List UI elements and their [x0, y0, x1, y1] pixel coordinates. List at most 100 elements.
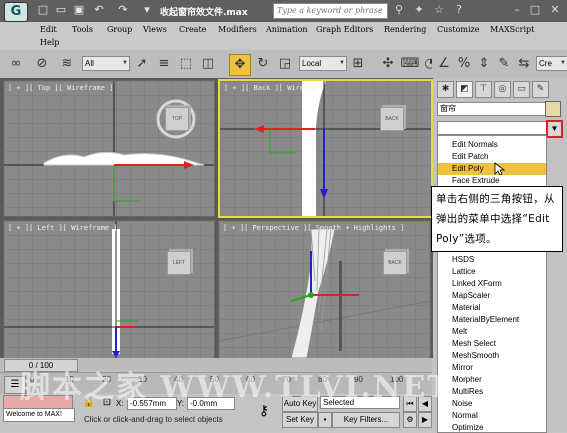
list-item[interactable]: MultiRes [438, 386, 546, 398]
viewcube-back[interactable]: BACK [380, 107, 404, 131]
mirror-icon[interactable]: ⇆ [514, 54, 534, 74]
percent-snap-icon[interactable]: % [454, 54, 474, 74]
play-icon[interactable]: ▶ [418, 412, 432, 428]
modify-tab-icon[interactable]: ◩ [456, 81, 473, 98]
auto-key-button[interactable]: Auto Key [282, 396, 318, 412]
key-filters-button[interactable]: Key Filters... [332, 412, 400, 428]
viewport-back-label[interactable]: [ + ][ Back ][ Wirefra [224, 84, 317, 92]
list-item[interactable]: MeshSmooth [438, 350, 546, 362]
move-icon[interactable]: ✥ [229, 54, 251, 76]
select-by-name-icon[interactable]: ≡ [154, 54, 174, 74]
menu-tools[interactable]: Tools [72, 25, 93, 34]
absolute-mode-icon[interactable]: ⊡ [100, 396, 114, 410]
unlink-icon[interactable]: ⊘ [32, 54, 52, 74]
spinner-snap-icon[interactable]: ⇕ [474, 54, 494, 74]
search-input[interactable]: Type a keyword or phrase [273, 3, 388, 19]
viewport-perspective[interactable]: BACK [ + ][ Perspective ][ Smooth + High… [218, 220, 431, 359]
minimize-icon[interactable]: – [510, 3, 524, 17]
create-tab-icon[interactable]: ✱ [437, 81, 454, 98]
list-item[interactable]: Material [438, 302, 546, 314]
edit-named-selection-icon[interactable]: ✎ [494, 54, 514, 74]
viewport-top-label[interactable]: [ + ][ Top ][ Wireframe ] [8, 84, 113, 92]
viewport-perspective-label[interactable]: [ + ][ Perspective ][ Smooth + Highlight… [223, 224, 404, 232]
list-item[interactable]: Edit Normals [438, 139, 546, 151]
app-logo-icon[interactable]: G [4, 2, 28, 22]
go-to-start-icon[interactable]: ⏮ [403, 396, 417, 412]
maxscript-mini-listener[interactable]: Welcome to MAX! [3, 408, 75, 422]
menu-edit[interactable]: Edit [40, 25, 57, 34]
rect-region-icon[interactable]: ⬚ [176, 54, 196, 74]
modifier-list-dropdown[interactable] [437, 121, 547, 135]
list-item[interactable]: Noise [438, 398, 546, 410]
maximize-icon[interactable]: □ [528, 3, 542, 17]
motion-tab-icon[interactable]: ◎ [494, 81, 511, 98]
star-icon[interactable]: ☆ [432, 3, 446, 17]
new-file-icon[interactable]: □ [36, 3, 50, 17]
list-item[interactable]: Morpher [438, 374, 546, 386]
object-name-field[interactable]: 窗帘 [437, 102, 546, 116]
maxscript-listener[interactable] [3, 395, 73, 409]
reference-coord-select[interactable]: Local [299, 56, 347, 71]
time-slider[interactable]: 0 / 100 [4, 359, 78, 372]
menu-help[interactable]: Help [40, 38, 59, 47]
named-selection-select[interactable]: Cre [536, 56, 567, 71]
viewport-left[interactable]: LEFT [ + ][ Left ][ Wireframe ] [3, 220, 215, 359]
help-icon[interactable]: ? [452, 3, 466, 17]
open-file-icon[interactable]: ▭ [54, 3, 68, 17]
list-item[interactable]: Mesh Select [438, 338, 546, 350]
hierarchy-tab-icon[interactable]: ⊤ [475, 81, 492, 98]
set-key-button[interactable]: Set Key [282, 412, 318, 428]
list-item[interactable]: Mirror [438, 362, 546, 374]
menu-graph-editors[interactable]: Graph Editors [316, 25, 373, 34]
subscription-icon[interactable]: ✦ [412, 3, 426, 17]
key-icon[interactable]: ⚷ [252, 402, 276, 420]
rotate-icon[interactable]: ↻ [253, 54, 273, 74]
x-coordinate-field[interactable]: -0.557mm [127, 397, 177, 410]
select-object-icon[interactable]: ➚ [132, 54, 152, 74]
set-key-filter-icon[interactable]: ▪ [318, 412, 332, 428]
window-crossing-icon[interactable]: ◫ [198, 54, 218, 74]
display-tab-icon[interactable]: ▭ [513, 81, 530, 98]
list-item[interactable]: Lattice [438, 266, 546, 278]
binoculars-icon[interactable]: ⚲ [392, 3, 406, 17]
link-icon[interactable]: ∞ [6, 54, 26, 74]
dropdown-icon[interactable]: ▾ [140, 3, 154, 17]
list-item[interactable]: HSDS [438, 254, 546, 266]
redo-icon[interactable]: ↷ [116, 3, 130, 17]
menu-maxscript[interactable]: MAXScript [490, 25, 534, 34]
viewcube-perspective[interactable]: BACK [383, 251, 407, 275]
time-config-icon[interactable]: ⚙ [403, 412, 417, 428]
mini-curve-editor-icon[interactable]: ☰ [4, 376, 26, 394]
angle-snap-icon[interactable]: ∠ [434, 54, 454, 74]
undo-icon[interactable]: ↶ [92, 3, 106, 17]
list-item[interactable]: Optimize [438, 422, 546, 432]
list-item[interactable]: Edit Patch [438, 151, 546, 163]
bind-spacewarp-icon[interactable]: ≋ [57, 54, 77, 74]
lock-icon[interactable]: 🔒 [82, 396, 96, 410]
pivot-center-icon[interactable]: ⊞ [348, 54, 368, 74]
viewport-top[interactable]: TOP [ + ][ Top ][ Wireframe ] [3, 80, 215, 217]
y-coordinate-field[interactable]: -0.0mm [187, 397, 235, 410]
list-item[interactable]: Normal [438, 410, 546, 422]
list-item-highlighted[interactable]: Edit Poly [438, 163, 546, 175]
viewport-back[interactable]: BACK [ + ][ Back ][ Wirefra [218, 79, 433, 218]
keyboard-shortcut-icon[interactable]: ⌨ [400, 54, 420, 74]
close-icon[interactable]: ✕ [548, 3, 562, 17]
list-item[interactable]: MapScaler [438, 290, 546, 302]
prev-frame-icon[interactable]: ◀ [418, 396, 432, 412]
viewcube-left[interactable]: LEFT [167, 251, 191, 275]
modifier-list-arrow-button[interactable]: ▼ [546, 120, 563, 138]
list-item[interactable]: Melt [438, 326, 546, 338]
menu-create[interactable]: Create [179, 25, 206, 34]
scale-icon[interactable]: ◲ [275, 54, 295, 74]
key-mode-select[interactable]: Selected [320, 396, 400, 409]
selection-filter-select[interactable]: All [82, 56, 130, 71]
menu-modifiers[interactable]: Modifiers [218, 25, 257, 34]
select-manipulate-icon[interactable]: ✣ [378, 54, 398, 74]
menu-rendering[interactable]: Rendering [384, 25, 426, 34]
viewcube-top[interactable]: TOP [165, 107, 189, 131]
list-item[interactable]: MaterialByElement [438, 314, 546, 326]
save-icon[interactable]: ▣ [72, 3, 86, 17]
menu-views[interactable]: Views [143, 25, 167, 34]
object-color-swatch[interactable] [545, 101, 561, 117]
